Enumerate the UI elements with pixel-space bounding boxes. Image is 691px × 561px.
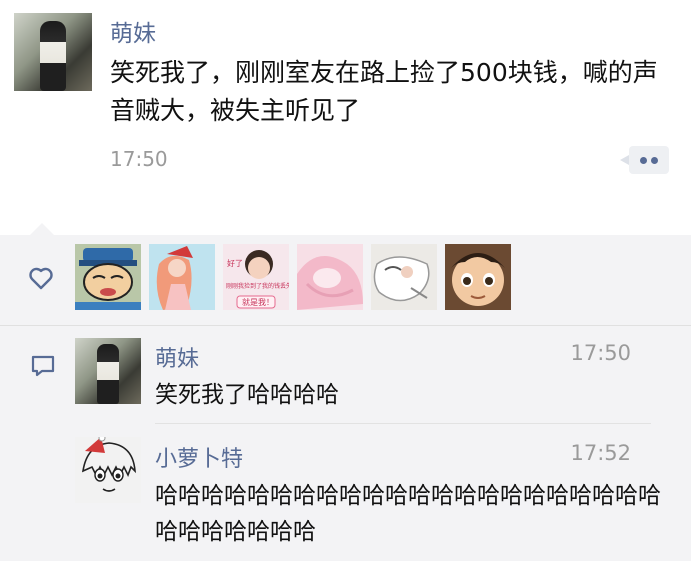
comment-avatar-2[interactable] [75, 437, 141, 503]
poster-avatar[interactable] [14, 13, 92, 91]
comment-time-2: 17:52 [570, 441, 631, 465]
like-avatar-1[interactable] [75, 244, 141, 310]
comment-text-1: 笑死我了哈哈哈哈 [155, 382, 339, 408]
comment-avatar-1[interactable] [75, 338, 141, 404]
post-time: 17:50 [110, 147, 168, 171]
like-avatar-4[interactable] [297, 244, 363, 310]
more-options-button[interactable] [620, 146, 669, 174]
like-avatar-6[interactable] [445, 244, 511, 310]
like-avatar-3[interactable]: 好了 刚刚我捡到了我的钱丢失了 就是我！ [223, 244, 289, 310]
meme-text-bottom: 就是我！ [242, 297, 274, 307]
like-avatar-5[interactable] [371, 244, 437, 310]
comment-author-1[interactable]: 萌妹 [155, 341, 199, 373]
panel-divider [0, 325, 691, 326]
comment-text-2: 哈哈哈哈哈哈哈哈哈哈哈哈哈哈哈哈哈哈哈哈哈哈哈哈哈哈哈哈哈 [155, 483, 661, 545]
meme-text-middle: 刚刚我捡到了我的钱丢失了 [226, 282, 289, 290]
comment-separator [155, 423, 651, 424]
meme-text-small: 好了 [227, 258, 243, 268]
panel-arrow [30, 223, 54, 235]
poster-name[interactable]: 萌妹 [110, 14, 156, 48]
comment-author-2[interactable]: 小萝卜特 [155, 441, 243, 473]
post-text: 笑死我了，刚刚室友在路上捡了500块钱，喊的声音贼大，被失主听见了 [110, 58, 658, 125]
heart-outline-icon [29, 267, 53, 290]
comment-icon [31, 355, 55, 377]
comment-time-1: 17:50 [570, 341, 631, 365]
like-avatar-2[interactable] [149, 244, 215, 310]
